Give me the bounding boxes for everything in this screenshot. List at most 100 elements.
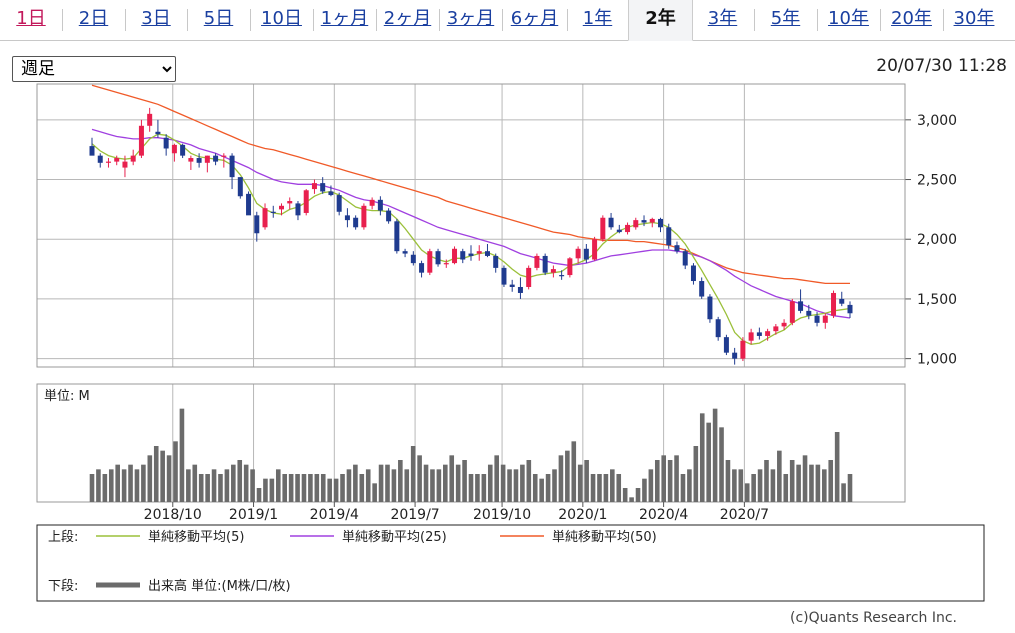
price-tick-label: 2,000 (917, 232, 957, 248)
candle (484, 244, 490, 258)
volume-bar (642, 478, 647, 502)
candle (213, 153, 219, 166)
candle-body (674, 245, 680, 252)
volume-bar (500, 464, 506, 502)
candle (798, 289, 804, 314)
volume-bar (732, 469, 737, 502)
volume-bar (398, 460, 403, 502)
candle-body (756, 332, 762, 336)
volume-bar (320, 474, 326, 502)
candle-body (773, 326, 779, 332)
volume-bar (160, 450, 165, 502)
candle-body (789, 301, 795, 323)
volume-bar (314, 474, 320, 502)
volume-bar (751, 474, 756, 502)
candle-body (765, 331, 771, 336)
candle-body (682, 251, 688, 266)
volume-bar (796, 464, 801, 502)
candle-body (781, 322, 787, 327)
candle (476, 245, 482, 261)
volume-bar (353, 464, 358, 502)
candle-body (748, 332, 754, 341)
candle (707, 294, 713, 323)
candle (344, 208, 350, 228)
volume-bar (648, 469, 654, 502)
candle (682, 248, 688, 270)
candle-body (468, 253, 474, 256)
candle (509, 279, 515, 292)
candle-body (377, 199, 383, 211)
copyright: (c)Quants Research Inc. (789, 610, 957, 626)
volume-bar (372, 483, 377, 502)
volume-bar (802, 455, 808, 502)
candle-body (699, 281, 705, 297)
price-tick-label: 2,500 (917, 173, 957, 189)
volume-bar (712, 408, 718, 502)
volume-bar (809, 464, 814, 502)
candle (699, 277, 705, 299)
candle-body (344, 215, 350, 221)
volume-bar (282, 474, 288, 502)
candle-body (452, 248, 458, 264)
volume-bar (719, 427, 724, 502)
volume-bar (237, 460, 243, 502)
volume-bar (475, 474, 480, 502)
x-tick-label: 2019/7 (390, 507, 439, 523)
candle (311, 179, 317, 194)
volume-bar (777, 450, 782, 502)
volume-bar (629, 497, 634, 502)
volume-bar (783, 474, 789, 502)
candle (419, 260, 425, 278)
candle-body (254, 215, 260, 234)
candle-body (196, 158, 202, 163)
candle (649, 217, 655, 228)
candle (575, 246, 581, 264)
candle (254, 211, 260, 242)
candle (336, 192, 342, 216)
candle-body (427, 251, 433, 273)
candle (822, 313, 828, 329)
candle-body (287, 201, 293, 204)
candle (229, 153, 235, 190)
volume-bar (577, 464, 583, 502)
volume-bar (275, 469, 281, 502)
volume-bar (231, 464, 236, 502)
candle (633, 217, 639, 230)
candle-body (188, 158, 194, 162)
candle (147, 107, 153, 132)
volume-bar (552, 469, 557, 502)
volume-bar (545, 474, 551, 502)
volume-bar (224, 469, 230, 502)
candle-body (336, 195, 342, 212)
candle (756, 327, 762, 340)
volume-bar (359, 474, 365, 502)
volume-bar (507, 469, 512, 502)
candle (658, 217, 663, 233)
candle-body (559, 275, 565, 277)
volume-bar (725, 460, 731, 502)
volume-bar (96, 469, 101, 502)
candle (600, 215, 606, 242)
volume-bar (738, 469, 744, 502)
candle (542, 253, 548, 276)
candle-body (509, 284, 515, 287)
volume-bar (462, 460, 467, 502)
candle (130, 149, 136, 166)
candle-body (517, 286, 523, 293)
candle (237, 177, 243, 199)
volume-bar (455, 464, 461, 502)
volume-bar (443, 464, 448, 502)
candle-body (114, 158, 120, 162)
candle-body (484, 251, 490, 256)
candle (204, 155, 210, 173)
candle-body (592, 239, 598, 260)
candle-body (732, 352, 738, 359)
legend-lower-label: 下段: (48, 579, 78, 594)
candle-body (353, 217, 359, 228)
candle (616, 224, 622, 234)
candle-body (847, 304, 853, 314)
candle-body (633, 220, 639, 228)
volume-bar (141, 464, 146, 502)
candle (789, 298, 795, 326)
candle-body (155, 131, 161, 135)
